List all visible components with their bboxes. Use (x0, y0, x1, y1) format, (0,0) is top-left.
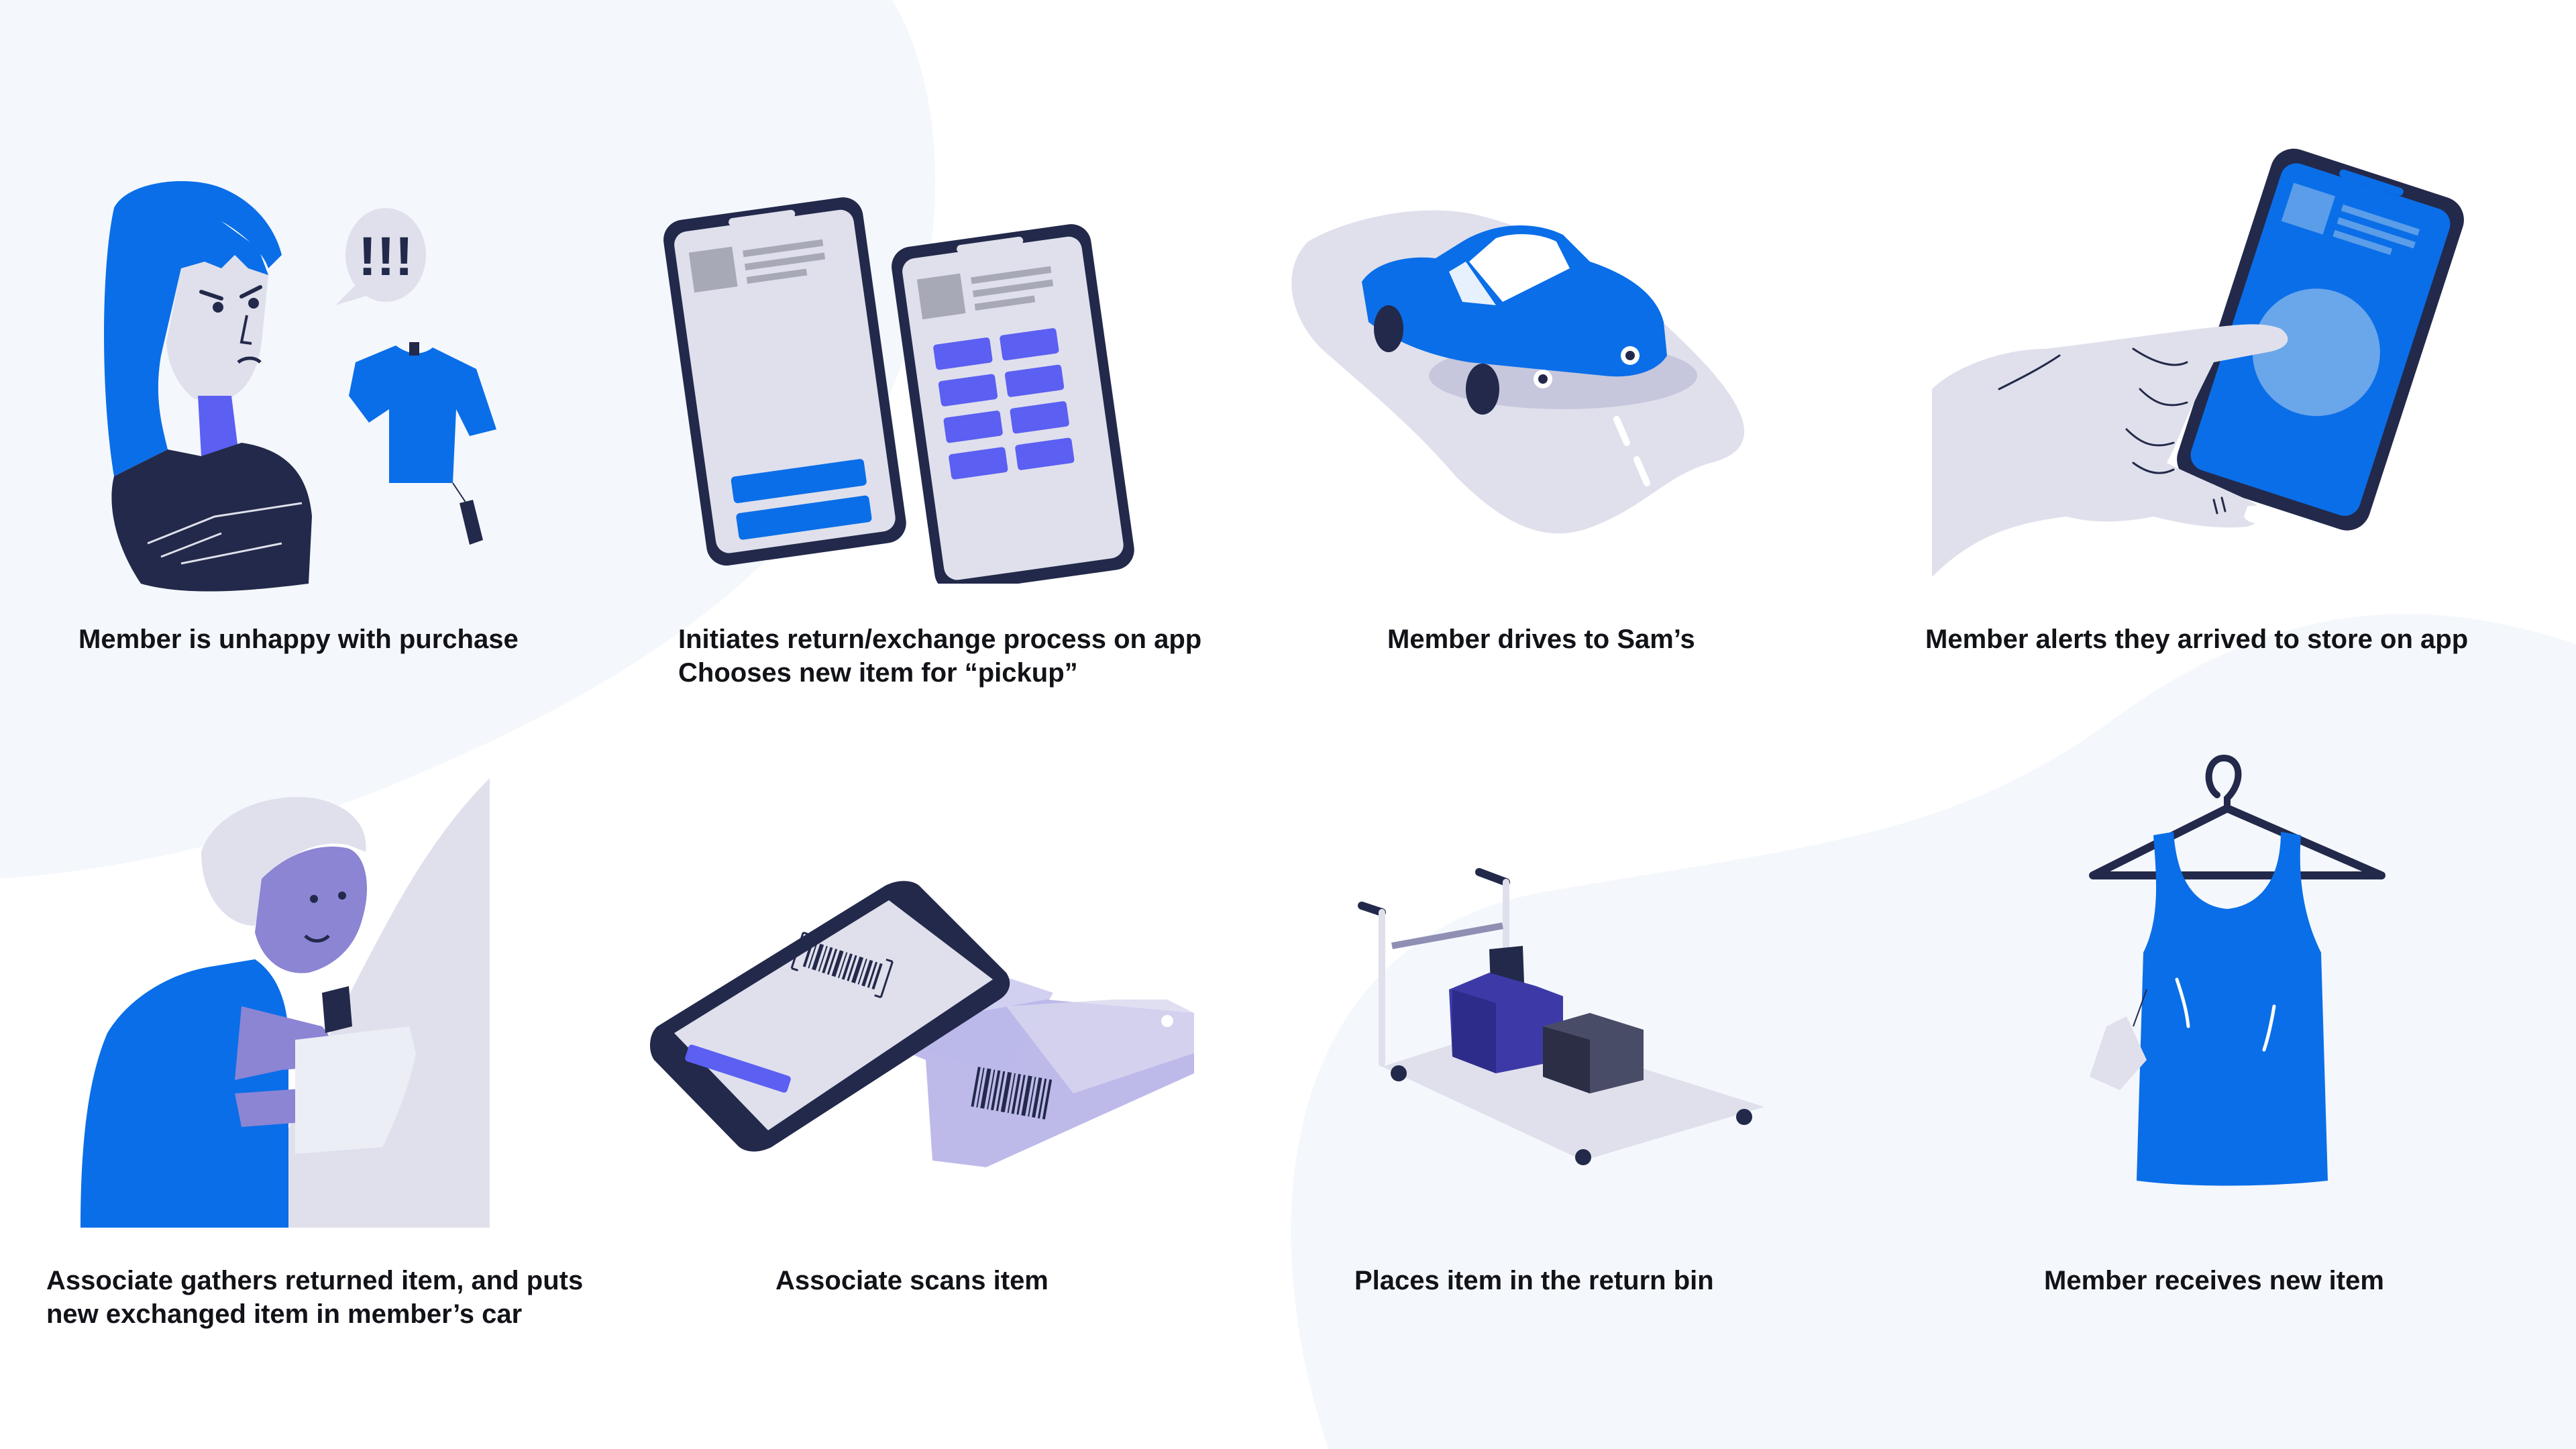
caption-line: Chooses new item for “pickup” (678, 658, 1078, 688)
step-6-caption: Associate scans item (775, 1264, 1049, 1297)
caption-line: Associate scans item (775, 1266, 1049, 1295)
step-4-caption: Member alerts they arrived to store on a… (1925, 623, 2468, 656)
cart-icon (1358, 868, 1764, 1165)
caption-line: Initiates return/exchange process on app (678, 625, 1202, 654)
car-icon (1291, 210, 1745, 534)
step-8-caption: Member receives new item (2044, 1264, 2384, 1297)
unhappy-member-icon: !!! (104, 181, 496, 592)
caption-line: Member drives to Sam’s (1387, 625, 1695, 654)
caption-line: Member receives new item (2044, 1266, 2384, 1295)
step-2-caption: Initiates return/exchange process on app… (678, 623, 1201, 690)
two-phones-icon (663, 197, 1134, 584)
caption-line: Member alerts they arrived to store on a… (1925, 625, 2469, 654)
caption-line: new exchanged item in member’s car (46, 1299, 523, 1329)
phone-scan-icon (649, 881, 1194, 1167)
step-5-caption: Associate gathers returned item, and put… (46, 1264, 583, 1331)
associate-icon (80, 778, 490, 1228)
step-1-caption: Member is unhappy with purchase (78, 623, 519, 656)
step-3-caption: Member drives to Sam’s (1387, 623, 1695, 656)
caption-line: Member is unhappy with purchase (78, 625, 519, 654)
caption-line: Places item in the return bin (1354, 1266, 1714, 1295)
caption-line: Associate gathers returned item, and put… (46, 1266, 584, 1295)
exclamation-text: !!! (358, 226, 413, 287)
step-7-caption: Places item in the return bin (1354, 1264, 1714, 1297)
tank-top-icon (2089, 754, 2385, 1186)
hand-tap-phone-icon (1932, 148, 2464, 577)
